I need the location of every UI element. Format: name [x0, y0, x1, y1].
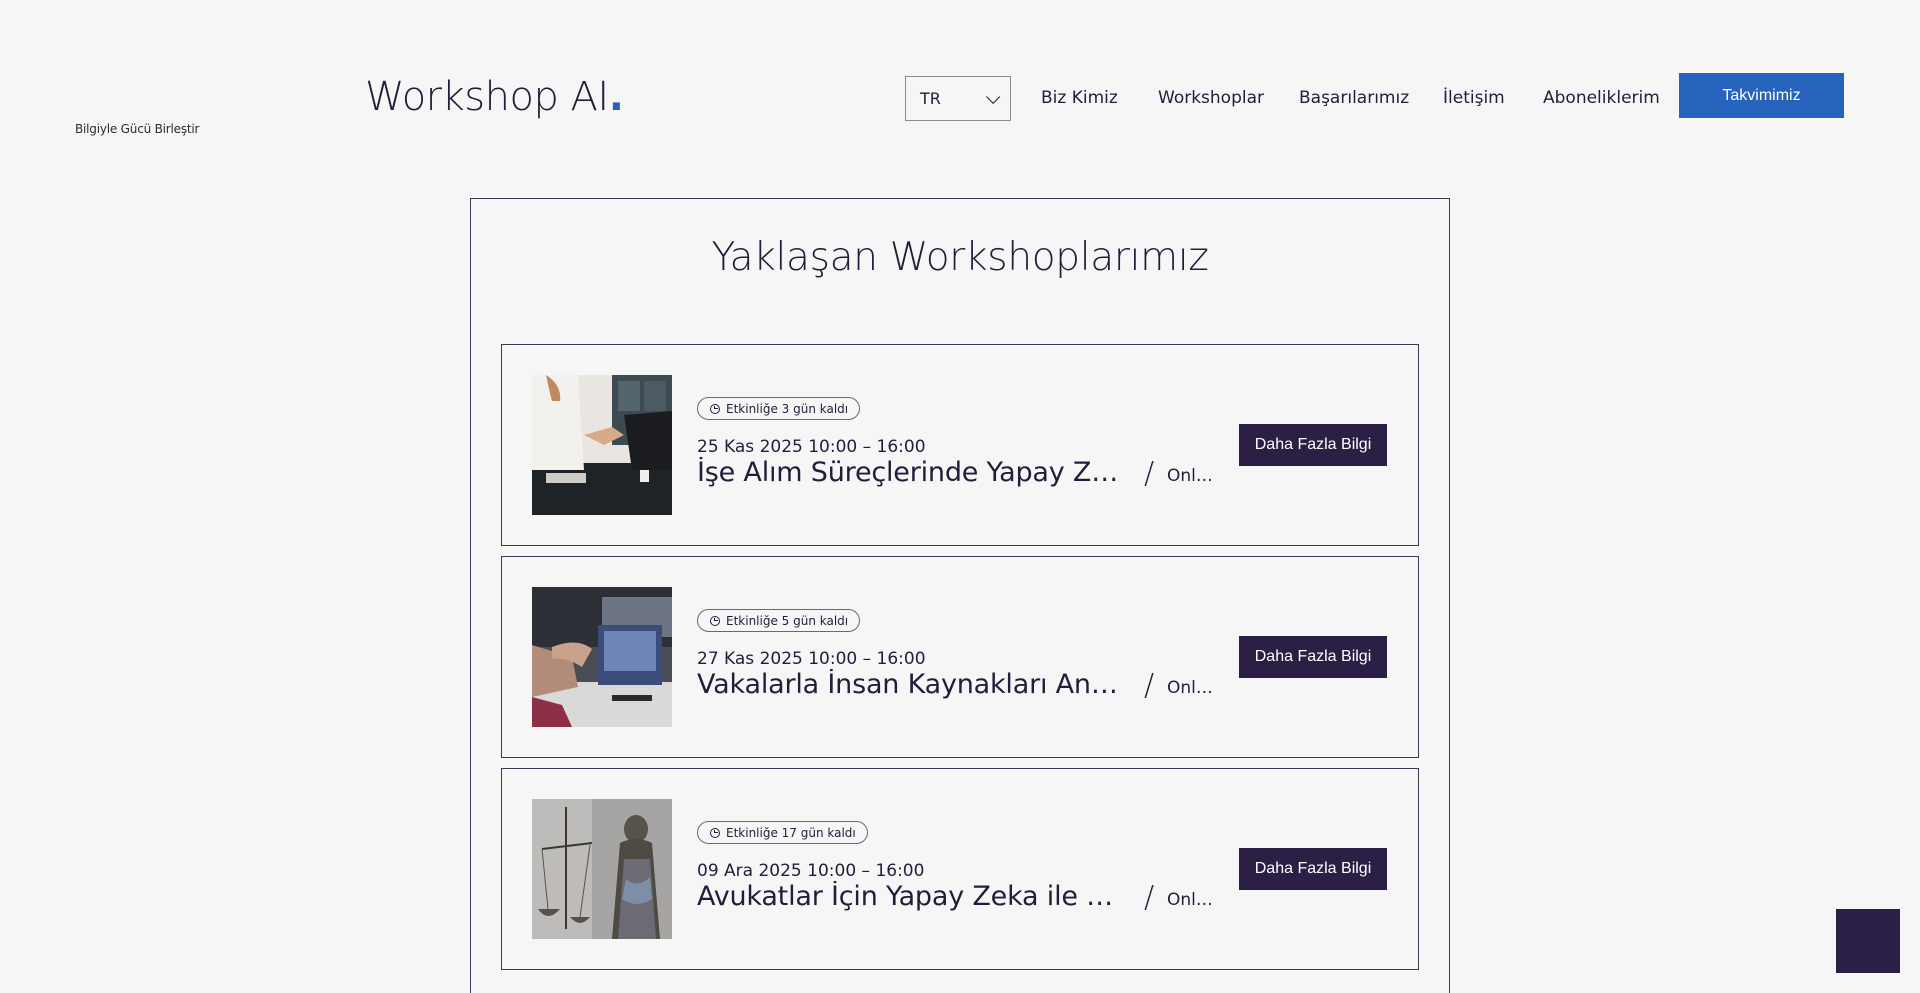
language-value: TR — [920, 89, 941, 108]
tagline: Bilgiyle Gücü Birleştir — [75, 122, 200, 136]
nav-workshoplar[interactable]: Workshoplar — [1158, 88, 1264, 108]
event-title[interactable]: Vakalarla İnsan Kaynakları Analitiği Wor… — [697, 669, 1129, 700]
event-location: Online — [1167, 890, 1215, 910]
event-card: Etkinliğe 3 gün kaldı 25 Kas 2025 10:00 … — [501, 344, 1419, 546]
countdown-text: Etkinliğe 5 gün kaldı — [726, 613, 849, 628]
countdown-badge: Etkinliğe 3 gün kaldı — [697, 397, 861, 420]
nav-biz-kimiz[interactable]: Biz Kimiz — [1041, 88, 1118, 108]
clock-icon — [710, 615, 720, 626]
event-date: 27 Kas 2025 10:00 – 16:00 — [697, 649, 926, 669]
event-date: 25 Kas 2025 10:00 – 16:00 — [697, 437, 926, 457]
more-info-button[interactable]: Daha Fazla Bilgi — [1239, 424, 1387, 466]
event-title[interactable]: İşe Alım Süreçlerinde Yapay Zeka ile Dön… — [697, 457, 1129, 488]
event-card: Etkinliğe 5 gün kaldı 27 Kas 2025 10:00 … — [501, 556, 1419, 758]
separator: / — [1144, 456, 1155, 491]
countdown-text: Etkinliğe 17 gün kaldı — [726, 825, 856, 840]
event-card: Etkinliğe 17 gün kaldı 09 Ara 2025 10:00… — [501, 768, 1419, 970]
event-date: 09 Ara 2025 10:00 – 16:00 — [697, 861, 925, 881]
event-image[interactable] — [532, 799, 672, 939]
clock-icon — [710, 827, 720, 838]
clock-icon — [710, 403, 720, 414]
event-image[interactable] — [532, 375, 672, 515]
nav-basarilarimiz[interactable]: Başarılarımız — [1299, 88, 1409, 108]
more-info-button[interactable]: Daha Fazla Bilgi — [1239, 636, 1387, 678]
event-title[interactable]: Avukatlar İçin Yapay Zeka ile Daha Verim… — [697, 881, 1129, 912]
countdown-badge: Etkinliğe 5 gün kaldı — [697, 609, 861, 632]
logo-dot: . — [608, 74, 624, 120]
calendar-button[interactable]: Takvimimiz — [1679, 73, 1844, 118]
language-select[interactable]: TR — [905, 76, 1011, 121]
event-location: Online — [1167, 466, 1215, 486]
countdown-text: Etkinliğe 3 gün kaldı — [726, 401, 849, 416]
nav-iletisim[interactable]: İletişim — [1443, 88, 1505, 108]
nav-aboneliklerim[interactable]: Aboneliklerim — [1543, 88, 1660, 108]
logo[interactable]: Workshop AI. — [365, 74, 624, 120]
countdown-badge: Etkinliğe 17 gün kaldı — [697, 821, 868, 844]
section-heading: Yaklaşan Workshoplarımız — [711, 235, 1209, 280]
more-info-button[interactable]: Daha Fazla Bilgi — [1239, 848, 1387, 890]
chevron-down-icon — [986, 89, 1001, 104]
separator: / — [1144, 880, 1155, 915]
event-image[interactable] — [532, 587, 672, 727]
event-location: Online — [1167, 678, 1215, 698]
logo-text: Workshop AI — [365, 74, 609, 120]
separator: / — [1144, 668, 1155, 703]
chat-widget-button[interactable] — [1836, 909, 1900, 973]
upcoming-workshops-panel: Yaklaşan Workshoplarımız Etkinliğe 3 gün… — [470, 198, 1450, 993]
